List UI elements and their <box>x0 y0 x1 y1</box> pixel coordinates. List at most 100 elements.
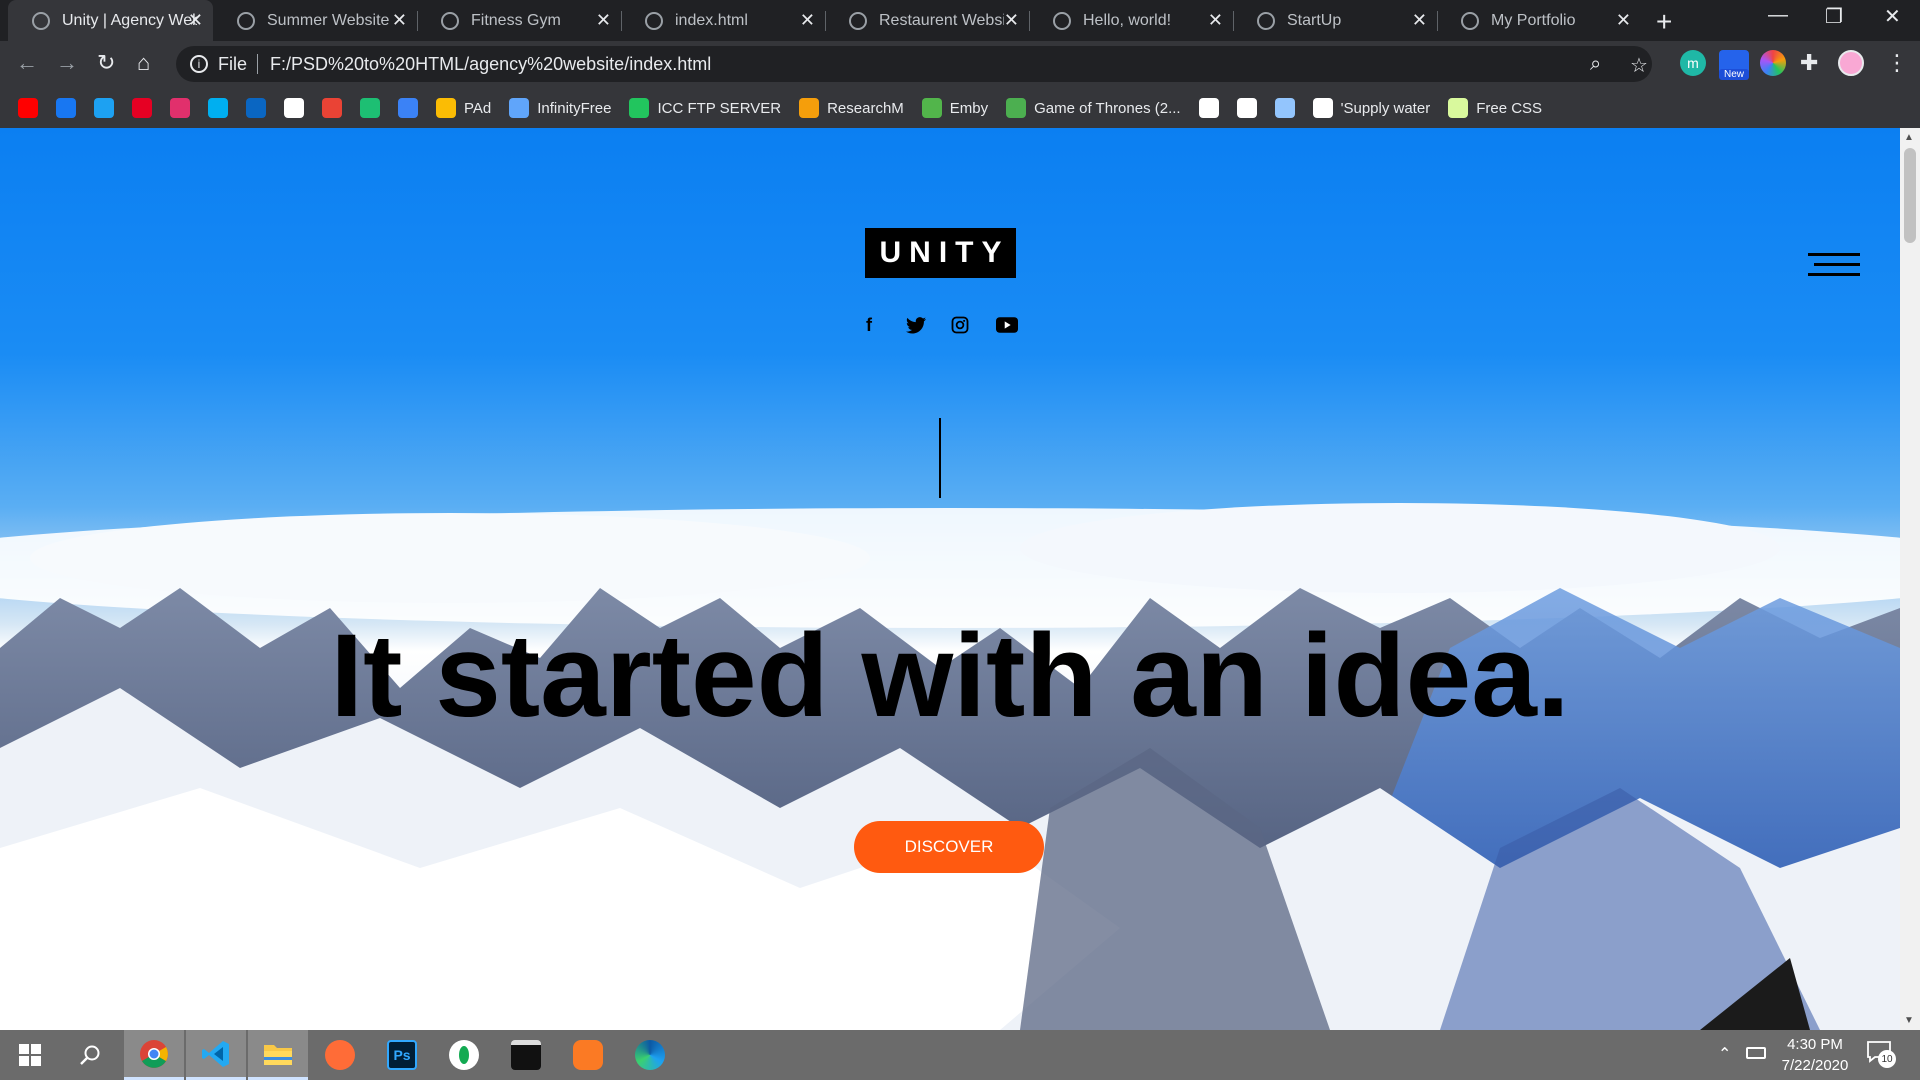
bookmark-item[interactable] <box>398 98 418 118</box>
loop-icon <box>1274 98 1295 118</box>
close-tab-icon[interactable]: ✕ <box>1208 10 1223 31</box>
search-icon[interactable] <box>60 1030 120 1080</box>
bookmark-label: Game of Thrones (2... <box>1034 99 1181 117</box>
scroll-up-icon[interactable]: ▲ <box>1904 132 1914 143</box>
infinity-icon <box>509 98 530 118</box>
bookmark-label: 'Supply water <box>1340 99 1431 117</box>
close-window-icon[interactable]: ✕ <box>1884 4 1901 29</box>
profile-avatar[interactable] <box>1838 50 1864 76</box>
photoshop-icon[interactable]: Ps <box>372 1030 432 1080</box>
tab-summer[interactable]: Summer Website ✕ <box>213 0 417 41</box>
file-explorer-icon[interactable] <box>248 1030 308 1080</box>
bookmark-item[interactable] <box>1274 98 1295 118</box>
bookmark-item[interactable]: Emby <box>921 98 989 118</box>
close-tab-icon[interactable]: ✕ <box>392 10 407 31</box>
edge-icon[interactable] <box>620 1030 680 1080</box>
youtube-icon[interactable] <box>996 314 1018 336</box>
tab-hello[interactable]: Hello, world! ✕ <box>1029 0 1233 41</box>
mongodb-icon[interactable] <box>434 1030 494 1080</box>
bookmark-item[interactable]: Game of Thrones (2... <box>1006 98 1181 118</box>
info-icon[interactable]: i <box>190 55 208 73</box>
address-bar[interactable]: i File F:/PSD%20to%20HTML/agency%20websi… <box>176 46 1652 82</box>
bookmark-star-icon[interactable]: ☆ <box>1630 53 1648 78</box>
linkedin-icon <box>246 98 266 118</box>
grammarly-extension-icon[interactable]: m <box>1680 50 1706 76</box>
bookmark-item[interactable]: PAd <box>436 98 491 118</box>
notification-count-badge: 10 <box>1878 1050 1896 1068</box>
terminal-icon[interactable] <box>496 1030 556 1080</box>
clock-time: 4:30 PM <box>1787 1036 1843 1053</box>
hamburger-menu-icon[interactable] <box>1808 251 1860 279</box>
bookmark-item[interactable] <box>132 98 152 118</box>
bookmark-item[interactable] <box>208 98 228 118</box>
tab-title: Restaurent Website <box>879 11 1004 29</box>
tab-portfolio[interactable]: My Portfolio ✕ <box>1437 0 1641 41</box>
bookmark-item[interactable]: ResearchM <box>799 98 904 118</box>
tab-title: Hello, world! <box>1083 11 1172 29</box>
bookmark-label: Emby <box>949 99 989 117</box>
bookmark-item[interactable] <box>246 98 266 118</box>
close-tab-icon[interactable]: ✕ <box>1004 10 1019 31</box>
scroll-indicator-line <box>939 418 941 498</box>
globe-icon <box>1461 11 1479 30</box>
bookmark-item[interactable]: 'Supply water <box>1312 98 1431 118</box>
close-tab-icon[interactable]: ✕ <box>1616 10 1631 31</box>
facebook-icon[interactable]: f <box>858 314 880 336</box>
discover-button[interactable]: DISCOVER <box>854 821 1044 873</box>
close-tab-icon[interactable]: ✕ <box>800 10 815 31</box>
got-icon <box>1006 98 1027 118</box>
forward-icon[interactable]: → <box>56 50 78 76</box>
bookmark-item[interactable]: Free CSS <box>1448 98 1542 118</box>
scrollbar-thumb[interactable] <box>1904 148 1916 243</box>
colorpicker-extension-icon[interactable] <box>1760 50 1786 76</box>
chrome-icon[interactable] <box>124 1030 184 1080</box>
page-scrollbar[interactable]: ▲ ▼ <box>1900 128 1920 1030</box>
home-icon[interactable]: ⌂ <box>137 50 150 76</box>
pinterest-icon <box>132 98 152 118</box>
site-logo[interactable]: UNITY <box>865 228 1016 278</box>
bookmark-item[interactable] <box>322 98 342 118</box>
fiverr-icon <box>360 98 380 118</box>
tab-title: Fitness Gym <box>471 11 561 29</box>
windows-start-icon[interactable] <box>0 1030 60 1080</box>
tab-restaurent[interactable]: Restaurent Website ✕ <box>825 0 1029 41</box>
bookmark-item[interactable] <box>360 98 380 118</box>
back-icon[interactable]: ← <box>16 50 38 76</box>
twitter-icon[interactable] <box>905 314 927 336</box>
close-tab-icon[interactable]: ✕ <box>1412 10 1427 31</box>
close-tab-icon[interactable]: ✕ <box>188 10 203 31</box>
bookmark-item[interactable] <box>170 98 190 118</box>
tab-startup[interactable]: StartUp ✕ <box>1233 0 1437 41</box>
menu-kebab-icon[interactable]: ⋮ <box>1886 50 1908 76</box>
extension-new-icon[interactable]: New <box>1719 50 1749 80</box>
tab-index[interactable]: index.html ✕ <box>621 0 825 41</box>
bookmark-item[interactable] <box>1198 98 1219 118</box>
bookmark-item[interactable]: ICC FTP SERVER <box>629 98 781 118</box>
bookmark-item[interactable] <box>18 98 38 118</box>
battery-icon[interactable] <box>1746 1047 1766 1059</box>
system-clock[interactable]: 4:30 PM 7/22/2020 <box>1765 1034 1865 1076</box>
new-tab-button[interactable]: + <box>1656 6 1672 38</box>
restore-icon[interactable]: ❐ <box>1825 4 1843 29</box>
globe-icon <box>441 11 459 30</box>
extensions-puzzle-icon[interactable]: ✚ <box>1800 50 1818 76</box>
close-tab-icon[interactable]: ✕ <box>596 10 611 31</box>
zoom-icon[interactable]: ⌕ <box>1590 53 1601 76</box>
postman-icon[interactable] <box>310 1030 370 1080</box>
minimize-icon[interactable]: — <box>1768 4 1788 27</box>
bookmark-item[interactable] <box>56 98 76 118</box>
globe-icon <box>237 11 255 30</box>
tab-unity[interactable]: Unity | Agency Website ✕ <box>8 0 213 41</box>
notification-center-icon[interactable]: 10 <box>1866 1040 1896 1068</box>
reload-icon[interactable]: ↻ <box>97 50 115 76</box>
xampp-icon[interactable] <box>558 1030 618 1080</box>
bookmark-item[interactable]: InfinityFree <box>509 98 611 118</box>
bookmark-item[interactable] <box>94 98 114 118</box>
vscode-icon[interactable] <box>186 1030 246 1080</box>
tab-fitness[interactable]: Fitness Gym ✕ <box>417 0 621 41</box>
bookmark-item[interactable] <box>284 98 304 118</box>
chevron-up-icon[interactable]: ⌃ <box>1718 1044 1731 1064</box>
scroll-down-icon[interactable]: ▼ <box>1904 1015 1914 1026</box>
instagram-icon[interactable] <box>949 314 971 336</box>
bookmark-item[interactable] <box>1236 98 1257 118</box>
